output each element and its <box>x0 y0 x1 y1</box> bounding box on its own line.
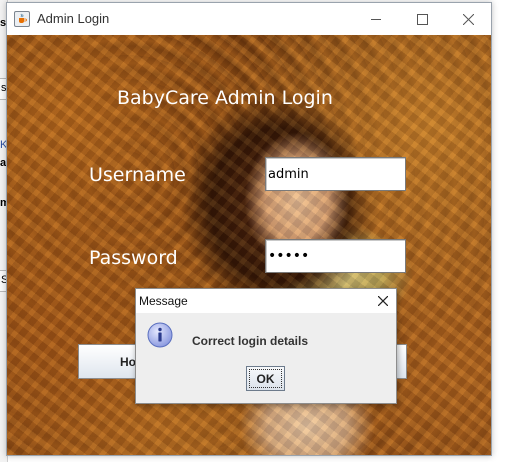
ok-button[interactable]: OK <box>246 366 285 391</box>
info-icon <box>147 322 173 348</box>
page-title: BabyCare Admin Login <box>117 87 333 109</box>
java-cup-icon <box>14 11 30 27</box>
dialog-body: Correct login details OK <box>136 313 396 403</box>
password-label: Password <box>89 247 178 269</box>
dialog-message: Correct login details <box>192 334 309 348</box>
dialog-title: Message <box>139 294 188 308</box>
home-button-label: Ho <box>120 354 136 369</box>
ok-button-label: OK <box>256 371 275 386</box>
username-value: admin <box>268 166 309 182</box>
window-title: Admin Login <box>37 11 110 26</box>
password-field[interactable]: ••••• <box>265 239 406 273</box>
username-field[interactable]: admin <box>265 157 406 191</box>
title-bar[interactable]: Admin Login <box>7 3 491 35</box>
minimize-icon <box>370 18 381 20</box>
maximize-icon <box>416 13 428 25</box>
maximize-button[interactable] <box>399 3 445 35</box>
message-dialog: Message Correct login details OK <box>135 288 397 404</box>
dialog-close-button[interactable] <box>373 291 393 311</box>
close-button[interactable] <box>445 3 491 35</box>
minimize-button[interactable] <box>353 3 399 35</box>
close-icon <box>462 13 474 25</box>
username-label: Username <box>89 164 186 186</box>
password-masked-value: ••••• <box>268 248 310 264</box>
close-icon <box>378 296 388 306</box>
